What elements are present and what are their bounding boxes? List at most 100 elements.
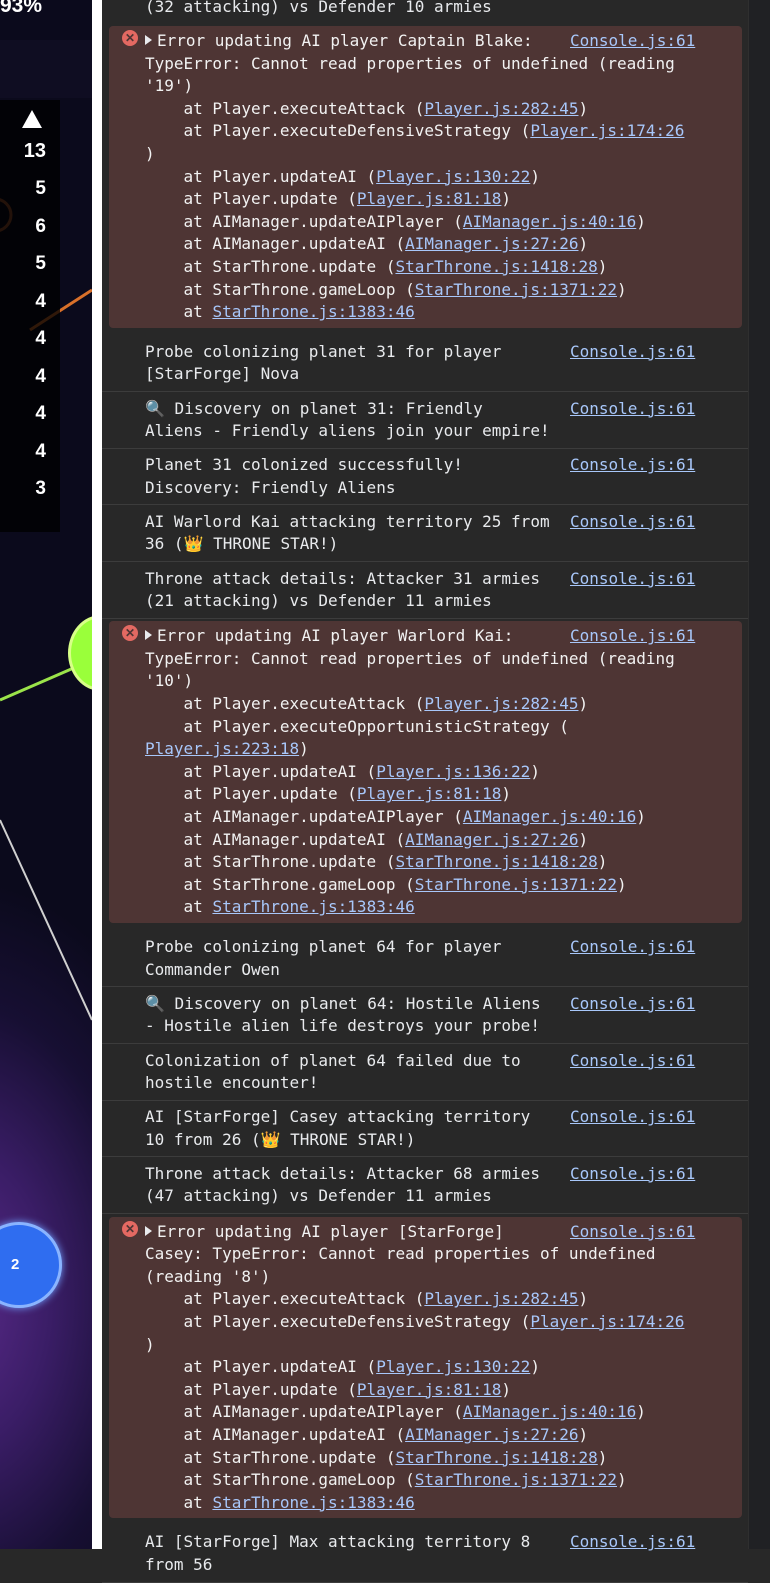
stack-frame-link[interactable]: StarThrone.js:1383:46: [212, 897, 414, 916]
stack-frame-text: ): [636, 807, 646, 827]
console-source-link[interactable]: Console.js:61: [570, 625, 695, 648]
stack-frame: at StarThrone.gameLoop (StarThrone.js:13…: [145, 874, 627, 897]
log-text: Probe colonizing planet 64 for player: [145, 937, 502, 957]
stack-frame-link[interactable]: Player.js:130:22: [376, 1357, 530, 1376]
stack-frame-text: ): [578, 1289, 589, 1309]
log-text: Throne attack details: Attacker 31 armie…: [145, 568, 540, 588]
log-text: (32 attacking) vs Defender 10 armies: [145, 0, 492, 16]
expand-triangle-icon[interactable]: [145, 35, 152, 45]
error-icon: ✕: [122, 1220, 138, 1237]
stack-frame: at Player.executeDefensiveStrategy (Play…: [145, 120, 685, 143]
stack-frame-link[interactable]: Player.js:282:45: [424, 694, 578, 713]
stack-frame-link[interactable]: Player.js:282:45: [424, 1289, 578, 1308]
console-error-entry: ✕ Error updating AI player Captain Blake:…: [109, 26, 742, 328]
console-source-link[interactable]: Console.js:61: [570, 341, 695, 364]
console-source-link[interactable]: Console.js:61: [570, 1221, 695, 1244]
stack-frame-link[interactable]: Player.js:174:26: [530, 1312, 684, 1331]
stack-frame-link[interactable]: AIManager.js:40:16: [463, 807, 636, 826]
stack-frame-link[interactable]: StarThrone.js:1383:46: [212, 1493, 414, 1512]
console-source-link[interactable]: Console.js:61: [570, 1050, 695, 1073]
stack-frame-text: at Player.executeAttack (: [145, 98, 425, 118]
leaderboard-value: 6: [35, 216, 46, 237]
error-message-head[interactable]: Error updating AI player [StarForge]: [145, 1221, 565, 1244]
stack-frame-text: ): [145, 144, 155, 163]
error-message-line: TypeError: Cannot read properties of und…: [145, 648, 675, 668]
stack-frame-text: ): [578, 829, 589, 849]
leaderboard-value: 3: [35, 478, 46, 499]
console-source-link[interactable]: Console.js:61: [570, 993, 695, 1016]
stack-frame-text: at StarThrone.update (: [145, 257, 396, 276]
stack-frame-text: ): [501, 784, 512, 804]
game-canvas[interactable]: 93% 13 5 6 5 4 4 4 4 4 3 2: [0, 0, 92, 1549]
console-log-entry: Throne attack details: Attacker 68 armie…: [102, 1158, 748, 1215]
stack-frame-link[interactable]: Player.js:81:18: [357, 189, 502, 208]
stack-frame-text: at StarThrone.gameLoop (: [145, 1470, 415, 1490]
stack-frame-text: ): [636, 1402, 646, 1422]
stack-frame-text: at AIManager.updateAI (: [145, 829, 406, 849]
error-message-head[interactable]: Error updating AI player Warlord Kai:: [145, 625, 565, 648]
stack-frame-link[interactable]: StarThrone.js:1371:22: [415, 875, 617, 894]
stack-frame-text: at StarThrone.gameLoop (: [145, 874, 415, 894]
stack-frame: at StarThrone.update (StarThrone.js:1418…: [145, 1447, 608, 1470]
log-text: AI [StarForge] Casey attacking territory: [145, 1107, 531, 1127]
sort-up-icon[interactable]: [22, 110, 42, 128]
stack-frame-link[interactable]: Player.js:282:45: [424, 99, 578, 118]
stack-frame-link[interactable]: StarThrone.js:1418:28: [395, 257, 597, 276]
error-message-head[interactable]: Error updating AI player Captain Blake:: [145, 30, 565, 53]
stack-frame-link[interactable]: StarThrone.js:1371:22: [415, 280, 617, 299]
stack-frame-link[interactable]: AIManager.js:40:16: [463, 1402, 636, 1421]
stack-frame: at StarThrone.js:1383:46: [145, 896, 415, 919]
log-text: Planet 31 colonized successfully!: [145, 455, 463, 475]
console-source-link[interactable]: Console.js:61: [570, 1163, 695, 1186]
stack-frame-link[interactable]: AIManager.js:27:26: [405, 830, 578, 849]
console-log-entry: 🔍 Discovery on planet 64: Hostile Aliens…: [102, 988, 748, 1044]
console-source-link[interactable]: Console.js:61: [570, 511, 695, 534]
stack-frame-text: at: [145, 1492, 213, 1512]
stack-frame-link[interactable]: Player.js:81:18: [357, 784, 502, 803]
stack-frame-link[interactable]: AIManager.js:27:26: [405, 234, 578, 253]
console-log-entry: Planet 31 colonized successfully! Discove…: [102, 449, 748, 506]
console-source-link[interactable]: Console.js:61: [570, 398, 695, 421]
stack-frame-link[interactable]: Player.js:136:22: [376, 762, 530, 781]
stack-frame-link[interactable]: StarThrone.js:1418:28: [395, 852, 597, 871]
stack-frame-text: ): [530, 1357, 540, 1377]
stack-frame-link[interactable]: StarThrone.js:1383:46: [212, 302, 414, 321]
stack-frame-link[interactable]: AIManager.js:27:26: [405, 1425, 578, 1444]
stack-frame-link[interactable]: Player.js:81:18: [357, 1380, 502, 1399]
stack-frame-link[interactable]: StarThrone.js:1418:28: [395, 1448, 597, 1467]
stack-frame-link[interactable]: StarThrone.js:1371:22: [415, 1470, 617, 1489]
stack-frame-text: ): [597, 257, 608, 276]
stack-frame-text: ): [578, 98, 589, 118]
error-message-line: '10'): [145, 671, 194, 691]
leaderboard-value: 4: [35, 366, 46, 387]
console-source-link[interactable]: Console.js:61: [570, 936, 695, 959]
stack-frame-text: ): [530, 166, 540, 186]
console-scrollbar[interactable]: [748, 0, 770, 1549]
stack-frame-text: ): [578, 1424, 589, 1444]
stack-frame: at Player.executeDefensiveStrategy (Play…: [145, 1311, 685, 1334]
leaderboard-value: 4: [35, 403, 46, 424]
console-source-link[interactable]: Console.js:61: [570, 1531, 695, 1554]
stack-frame-text: at Player.update (: [145, 1379, 357, 1399]
error-title: Error updating AI player Warlord Kai:: [157, 626, 514, 646]
expand-triangle-icon[interactable]: [145, 1225, 152, 1236]
stack-frame: Player.js:223:18): [145, 738, 309, 761]
stack-frame-link[interactable]: Player.js:130:22: [376, 167, 530, 186]
console-source-link[interactable]: Console.js:61: [570, 1106, 695, 1129]
console-source-link[interactable]: Console.js:61: [570, 454, 695, 477]
console-source-link[interactable]: Console.js:61: [570, 568, 695, 591]
leaderboard-value: 4: [35, 441, 46, 462]
stack-frame-link[interactable]: AIManager.js:40:16: [463, 212, 636, 231]
leaderboard-value: 4: [35, 291, 46, 312]
stack-frame-link[interactable]: Player.js:223:18: [145, 739, 299, 758]
log-text: (47 attacking) vs Defender 11 armies: [145, 1186, 492, 1206]
panel-divider[interactable]: [92, 0, 102, 1549]
log-text: [StarForge] Nova: [145, 364, 300, 384]
stack-frame: at AIManager.updateAIPlayer (AIManager.j…: [145, 1401, 646, 1424]
console-source-link[interactable]: Console.js:61: [570, 30, 695, 53]
stack-frame: at AIManager.updateAI (AIManager.js:27:2…: [145, 829, 589, 852]
stack-frame-link[interactable]: Player.js:174:26: [530, 121, 684, 140]
expand-triangle-icon[interactable]: [145, 630, 152, 641]
stack-frame: ): [145, 143, 155, 166]
stack-frame-text: at Player.update (: [145, 189, 357, 209]
